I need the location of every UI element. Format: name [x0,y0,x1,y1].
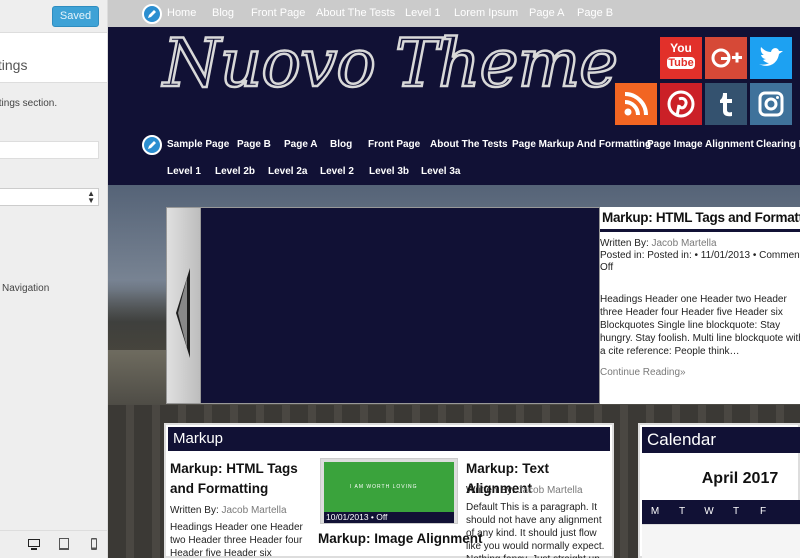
arrow-left-icon [176,268,190,358]
customizer-topbar: Saved [0,0,107,33]
site-logo[interactable]: Nuovo Theme [162,24,620,104]
post-thumbnail[interactable]: I AM WORTH LOVING 10/01/2013 • Off [320,458,458,524]
weekday-label: F [759,506,767,517]
written-by-label: Written By: [600,238,649,249]
calendar-weekdays: M T W T F [642,500,800,524]
slide-excerpt: Headings Header one Header two Header th… [600,294,800,357]
top-nav-page-b[interactable]: Page B [577,7,613,19]
twitter-icon[interactable] [750,37,792,79]
post-author-link[interactable]: Jacob Martella [222,505,287,516]
weekday-label: T [732,506,740,517]
top-nav-about-tests[interactable]: About The Tests [316,7,395,19]
calendar-heading: Calendar [642,427,800,453]
nav-blog[interactable]: Blog [330,139,352,150]
nav-front-page[interactable]: Front Page [368,139,420,150]
nav-page-image-alignment[interactable]: Page Image Alignment [647,139,754,150]
select-arrows-icon: ▲ ▼ [87,189,95,205]
youtube-icon[interactable]: You Tube [660,37,702,79]
post-excerpt: Headings Header one Header two Header th… [170,522,303,558]
top-nav-page-a[interactable]: Page A [529,7,564,19]
rss-icon[interactable] [615,83,657,125]
nav-level-3a[interactable]: Level 3a [421,166,460,177]
instagram-icon[interactable] [750,83,792,125]
device-preview-bar [0,530,107,558]
site-preview: Home Blog Front Page About The Tests Lev… [108,0,800,558]
slide-title[interactable]: Markup: HTML Tags and Formatting [602,210,800,225]
thumbnail-tag: I AM WORTH LOVING [350,484,418,490]
nav-level-1[interactable]: Level 1 [167,166,201,177]
pinterest-icon[interactable] [660,83,702,125]
weekday-label: W [704,506,714,517]
post-title[interactable]: Markup: Image Alignment [318,529,483,549]
nav-level-2b[interactable]: Level 2b [215,166,255,177]
top-nav-home[interactable]: Home [167,7,196,19]
section-description: ttings section. [0,98,58,109]
nav-level-2a[interactable]: Level 2a [268,166,307,177]
main-navigation: Sample Page Page B Page A Blog Front Pag… [108,131,800,185]
top-nav-blog[interactable]: Blog [212,7,234,19]
top-nav-level-1[interactable]: Level 1 [405,7,440,19]
thumbnail-image: I AM WORTH LOVING [324,462,454,512]
slide-meta: Written By: Jacob Martella Posted in: Po… [600,238,800,274]
navigation-label: Navigation [2,283,50,294]
slide-meta-line-2: Off [600,262,614,273]
pencil-icon[interactable] [142,135,162,155]
section-title: ttings [0,57,28,73]
pencil-icon[interactable] [142,4,162,24]
featured-slider [166,207,600,404]
nav-sample-page[interactable]: Sample Page [167,139,229,150]
slide-title-underline [600,229,800,232]
slide-meta-line: Posted in: Posted in: • 11/01/2013 • Com… [600,250,800,261]
weekday-label: M [650,506,660,517]
customizer-panel: Saved ttings ttings section. ▲▼ Navigati… [0,0,108,558]
slide-card: Markup: HTML Tags and Formatting Written… [600,207,800,404]
post-byline: Written By: Jacob Martella [170,505,287,516]
slide-author-link[interactable]: Jacob Martella [652,238,717,249]
nav-about-tests[interactable]: About The Tests [430,139,508,150]
tablet-icon[interactable] [58,538,70,550]
youtube-label-tube: Tube [667,57,695,69]
thumbnail-date: 10/01/2013 • Off [324,512,454,523]
saved-button[interactable]: Saved [52,6,99,27]
top-nav-front-page[interactable]: Front Page [251,7,305,19]
nav-level-3b[interactable]: Level 3b [369,166,409,177]
calendar-week-row [642,524,800,558]
calendar-widget: Calendar April 2017 M T W T F [638,423,800,558]
tumblr-icon[interactable] [705,83,747,125]
google-plus-icon[interactable] [705,37,747,79]
desktop-icon[interactable] [28,538,40,550]
post-excerpt: Default This is a paragraph. It should n… [466,502,605,558]
markup-section: Markup Markup: HTML Tags and Formatting … [164,423,614,558]
written-by-label: Written By: [466,485,515,496]
setting-select[interactable]: ▲ ▼ [0,188,99,206]
app-root: Saved ttings ttings section. ▲▼ Navigati… [0,0,800,558]
post-author-link[interactable]: Jacob Martella [518,485,583,496]
site-header: Nuovo Theme You Tube [108,24,800,131]
nav-page-b[interactable]: Page B [237,139,271,150]
nav-clearing-floats[interactable]: Clearing Fl [756,139,800,150]
mobile-icon[interactable] [88,538,100,550]
nav-level-2[interactable]: Level 2 [320,166,354,177]
setting-text-input[interactable] [0,141,99,159]
post-byline: Written By: Jacob Martella [466,485,583,496]
post-title[interactable]: Markup: HTML Tags and Formatting [170,459,310,499]
calendar-month: April 2017 [701,470,779,487]
slider-prev-button[interactable] [167,208,201,403]
nav-page-markup[interactable]: Page Markup And Formatting [512,139,651,150]
top-nav-lorem-ipsum[interactable]: Lorem Ipsum [454,7,518,19]
markup-heading: Markup [168,427,610,451]
written-by-label: Written By: [170,505,219,516]
top-navigation: Home Blog Front Page About The Tests Lev… [108,0,800,27]
nav-page-a[interactable]: Page A [284,139,318,150]
continue-reading-link[interactable]: Continue Reading» [600,367,686,378]
youtube-label: You [670,41,692,55]
weekday-label: T [678,506,686,517]
